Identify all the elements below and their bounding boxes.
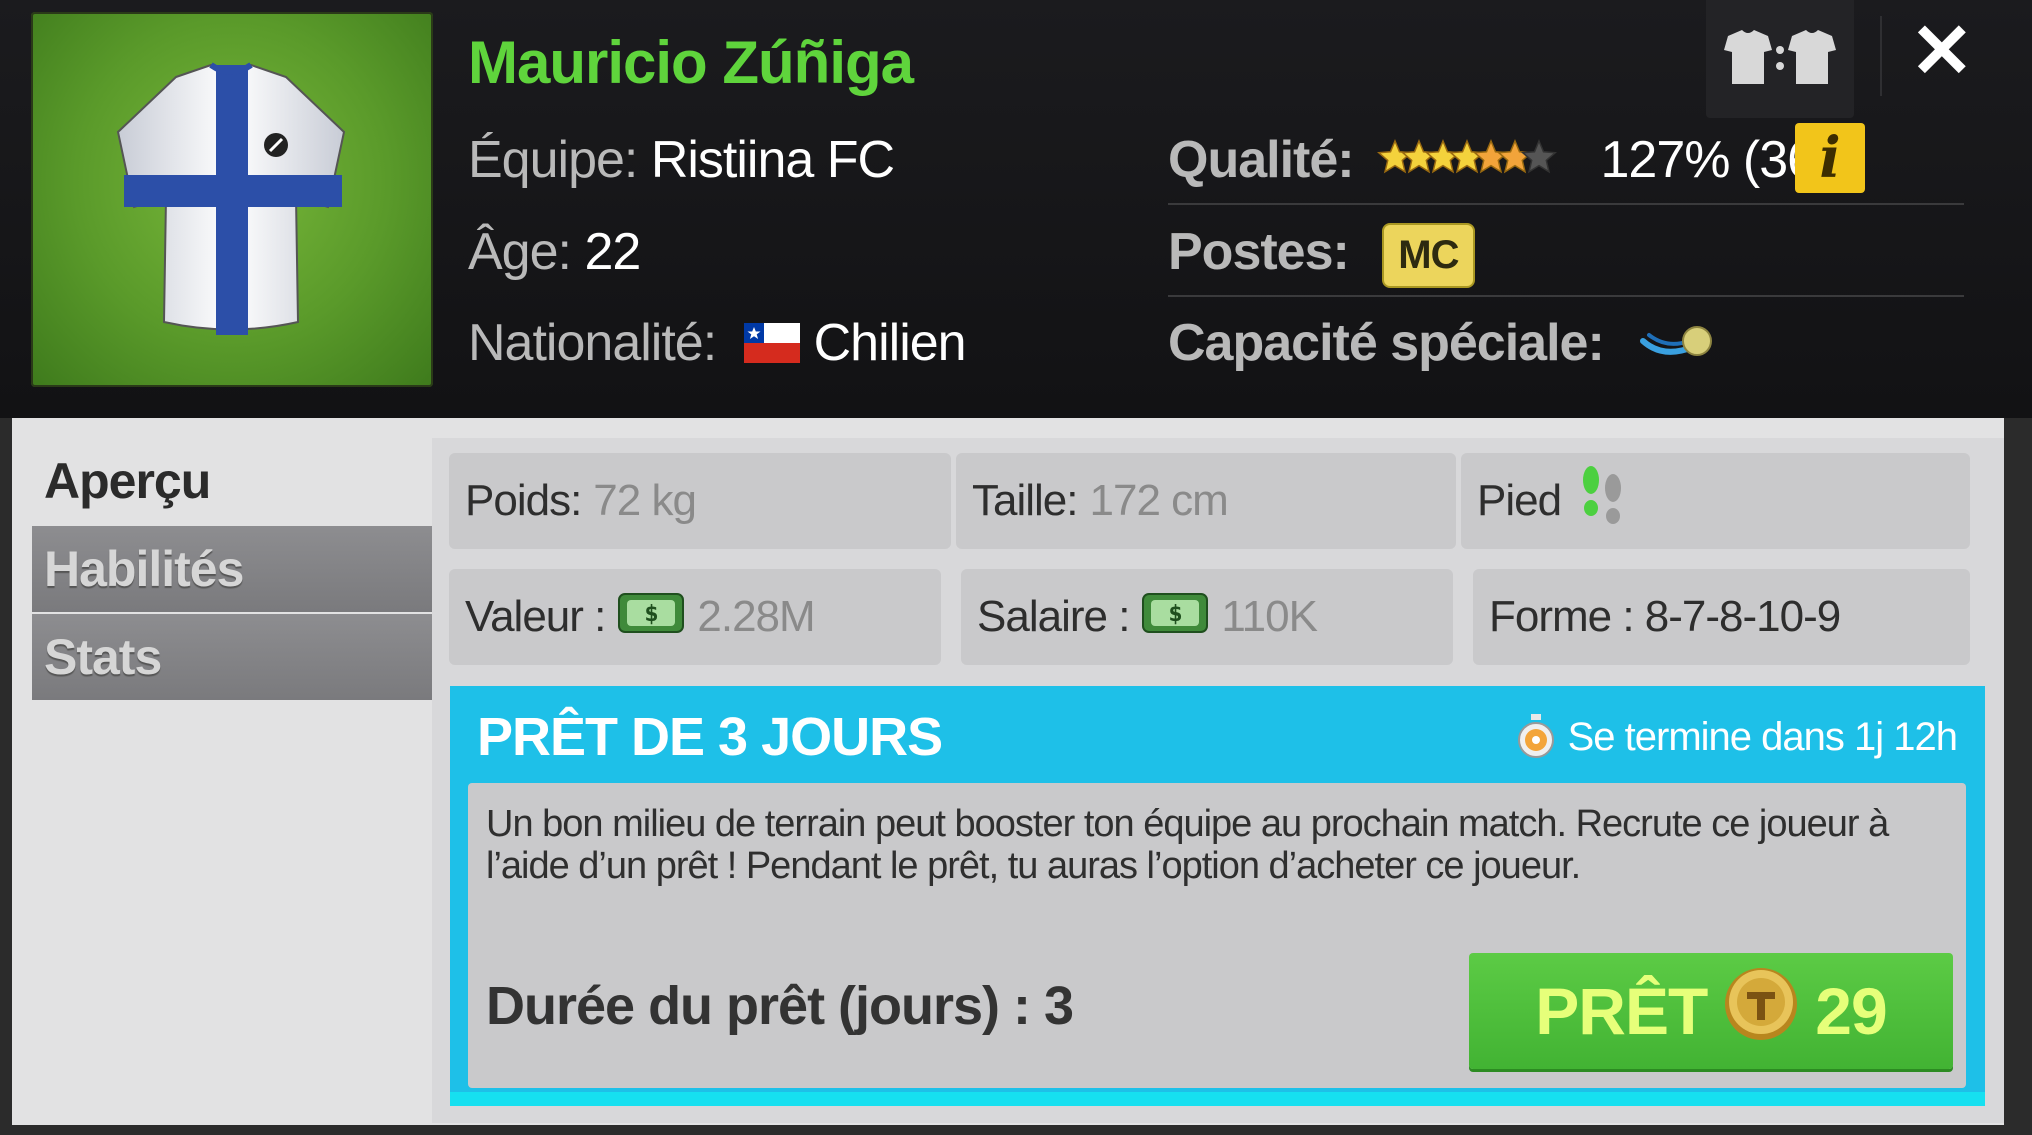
quality-label: Qualité: — [1168, 131, 1355, 189]
nationality-value: Chilien — [813, 314, 967, 372]
tab-stats[interactable]: Stats — [32, 614, 432, 700]
weight-label: Poids: — [465, 476, 582, 525]
form-cell: Forme : 8-7-8-10-9 — [1473, 569, 1970, 665]
info-button[interactable]: i — [1795, 123, 1865, 193]
divider — [1880, 16, 1882, 96]
special-label: Capacité spéciale: — [1168, 314, 1605, 372]
value-cell: Valeur : $ 2.28M — [449, 569, 941, 665]
close-button[interactable]: ✕ — [1910, 12, 1974, 92]
money-icon: $ — [1141, 588, 1209, 647]
loan-button[interactable]: PRÊT 29 — [1469, 953, 1953, 1069]
loan-button-label: PRÊT — [1535, 974, 1708, 1048]
tab-list: Aperçu Habilités Stats — [32, 438, 432, 702]
star-empty — [1520, 139, 1558, 174]
age-value: 22 — [584, 223, 641, 281]
quality-row: Qualité: 127% (36) — [1168, 130, 1832, 193]
divider — [1168, 295, 1964, 297]
position-badge: MC — [1382, 222, 1475, 288]
token-coin-icon — [1723, 966, 1799, 1057]
nationality-label: Nationalité: — [468, 314, 717, 372]
height-value: 172 cm — [1089, 476, 1229, 525]
foot-label: Pied — [1477, 476, 1562, 525]
jersey-icon — [116, 62, 346, 335]
loan-offer: PRÊT DE 3 JOURS Se termine dans 1j 12h U… — [450, 686, 1985, 1106]
team-row: Équipe: Ristiina FC — [468, 130, 895, 190]
tab-skills[interactable]: Habilités — [32, 526, 432, 612]
height-label: Taille: — [972, 476, 1078, 525]
loan-button-cost: 29 — [1815, 974, 1887, 1048]
team-value: Ristiina FC — [650, 131, 895, 189]
positions-row: Postes: MC — [1168, 222, 1475, 288]
quality-stars — [1376, 133, 1577, 193]
team-label: Équipe: — [468, 131, 638, 189]
positions-label: Postes: — [1168, 223, 1350, 281]
salary-cell: Salaire : $ 110K — [961, 569, 1453, 665]
weight-value: 72 kg — [593, 476, 697, 525]
divider — [1168, 203, 1964, 205]
preferred-foot-icon — [1579, 464, 1629, 539]
tab-overview[interactable]: Aperçu — [32, 438, 432, 524]
form-label: Forme : 8-7-8-10-9 — [1489, 592, 1841, 641]
salary-label: Salaire : — [977, 592, 1130, 641]
value-label: Valeur : — [465, 592, 606, 641]
age-label: Âge: — [468, 223, 572, 281]
foot-cell: Pied — [1461, 453, 1970, 549]
weight-cell: Poids: 72 kg — [449, 453, 951, 549]
height-cell: Taille: 172 cm — [956, 453, 1456, 549]
stopwatch-icon — [1517, 714, 1554, 758]
loan-description: Un bon milieu de terrain peut booster to… — [486, 803, 1889, 887]
value-amount: 2.28M — [697, 592, 815, 641]
player-portrait — [31, 12, 433, 387]
age-row: Âge: 22 — [468, 222, 641, 282]
shirt-swap-icon — [1724, 30, 1836, 84]
loan-details: Un bon milieu de terrain peut booster to… — [468, 783, 1966, 1088]
svg-text:$: $ — [1169, 602, 1182, 627]
loan-timer-text: Se termine dans 1j 12h — [1567, 714, 1958, 759]
shirt-swap-button[interactable] — [1706, 0, 1854, 118]
loan-title: PRÊT DE 3 JOURS — [477, 707, 943, 767]
salary-amount: 110K — [1221, 592, 1317, 641]
nationality-row: Nationalité: Chilien — [468, 313, 967, 376]
curving-ball-icon — [1639, 316, 1715, 376]
loan-timer: Se termine dans 1j 12h — [1516, 714, 1958, 760]
player-header: Mauricio Zúñiga Équipe: Ristiina FC Âge:… — [0, 0, 2032, 418]
player-name: Mauricio Zúñiga — [468, 29, 914, 96]
chile-flag-icon — [743, 316, 800, 376]
money-icon: $ — [617, 588, 685, 647]
svg-text:$: $ — [645, 602, 658, 627]
loan-duration: Durée du prêt (jours) : 3 — [486, 976, 1074, 1036]
special-row: Capacité spéciale: — [1168, 313, 1715, 376]
